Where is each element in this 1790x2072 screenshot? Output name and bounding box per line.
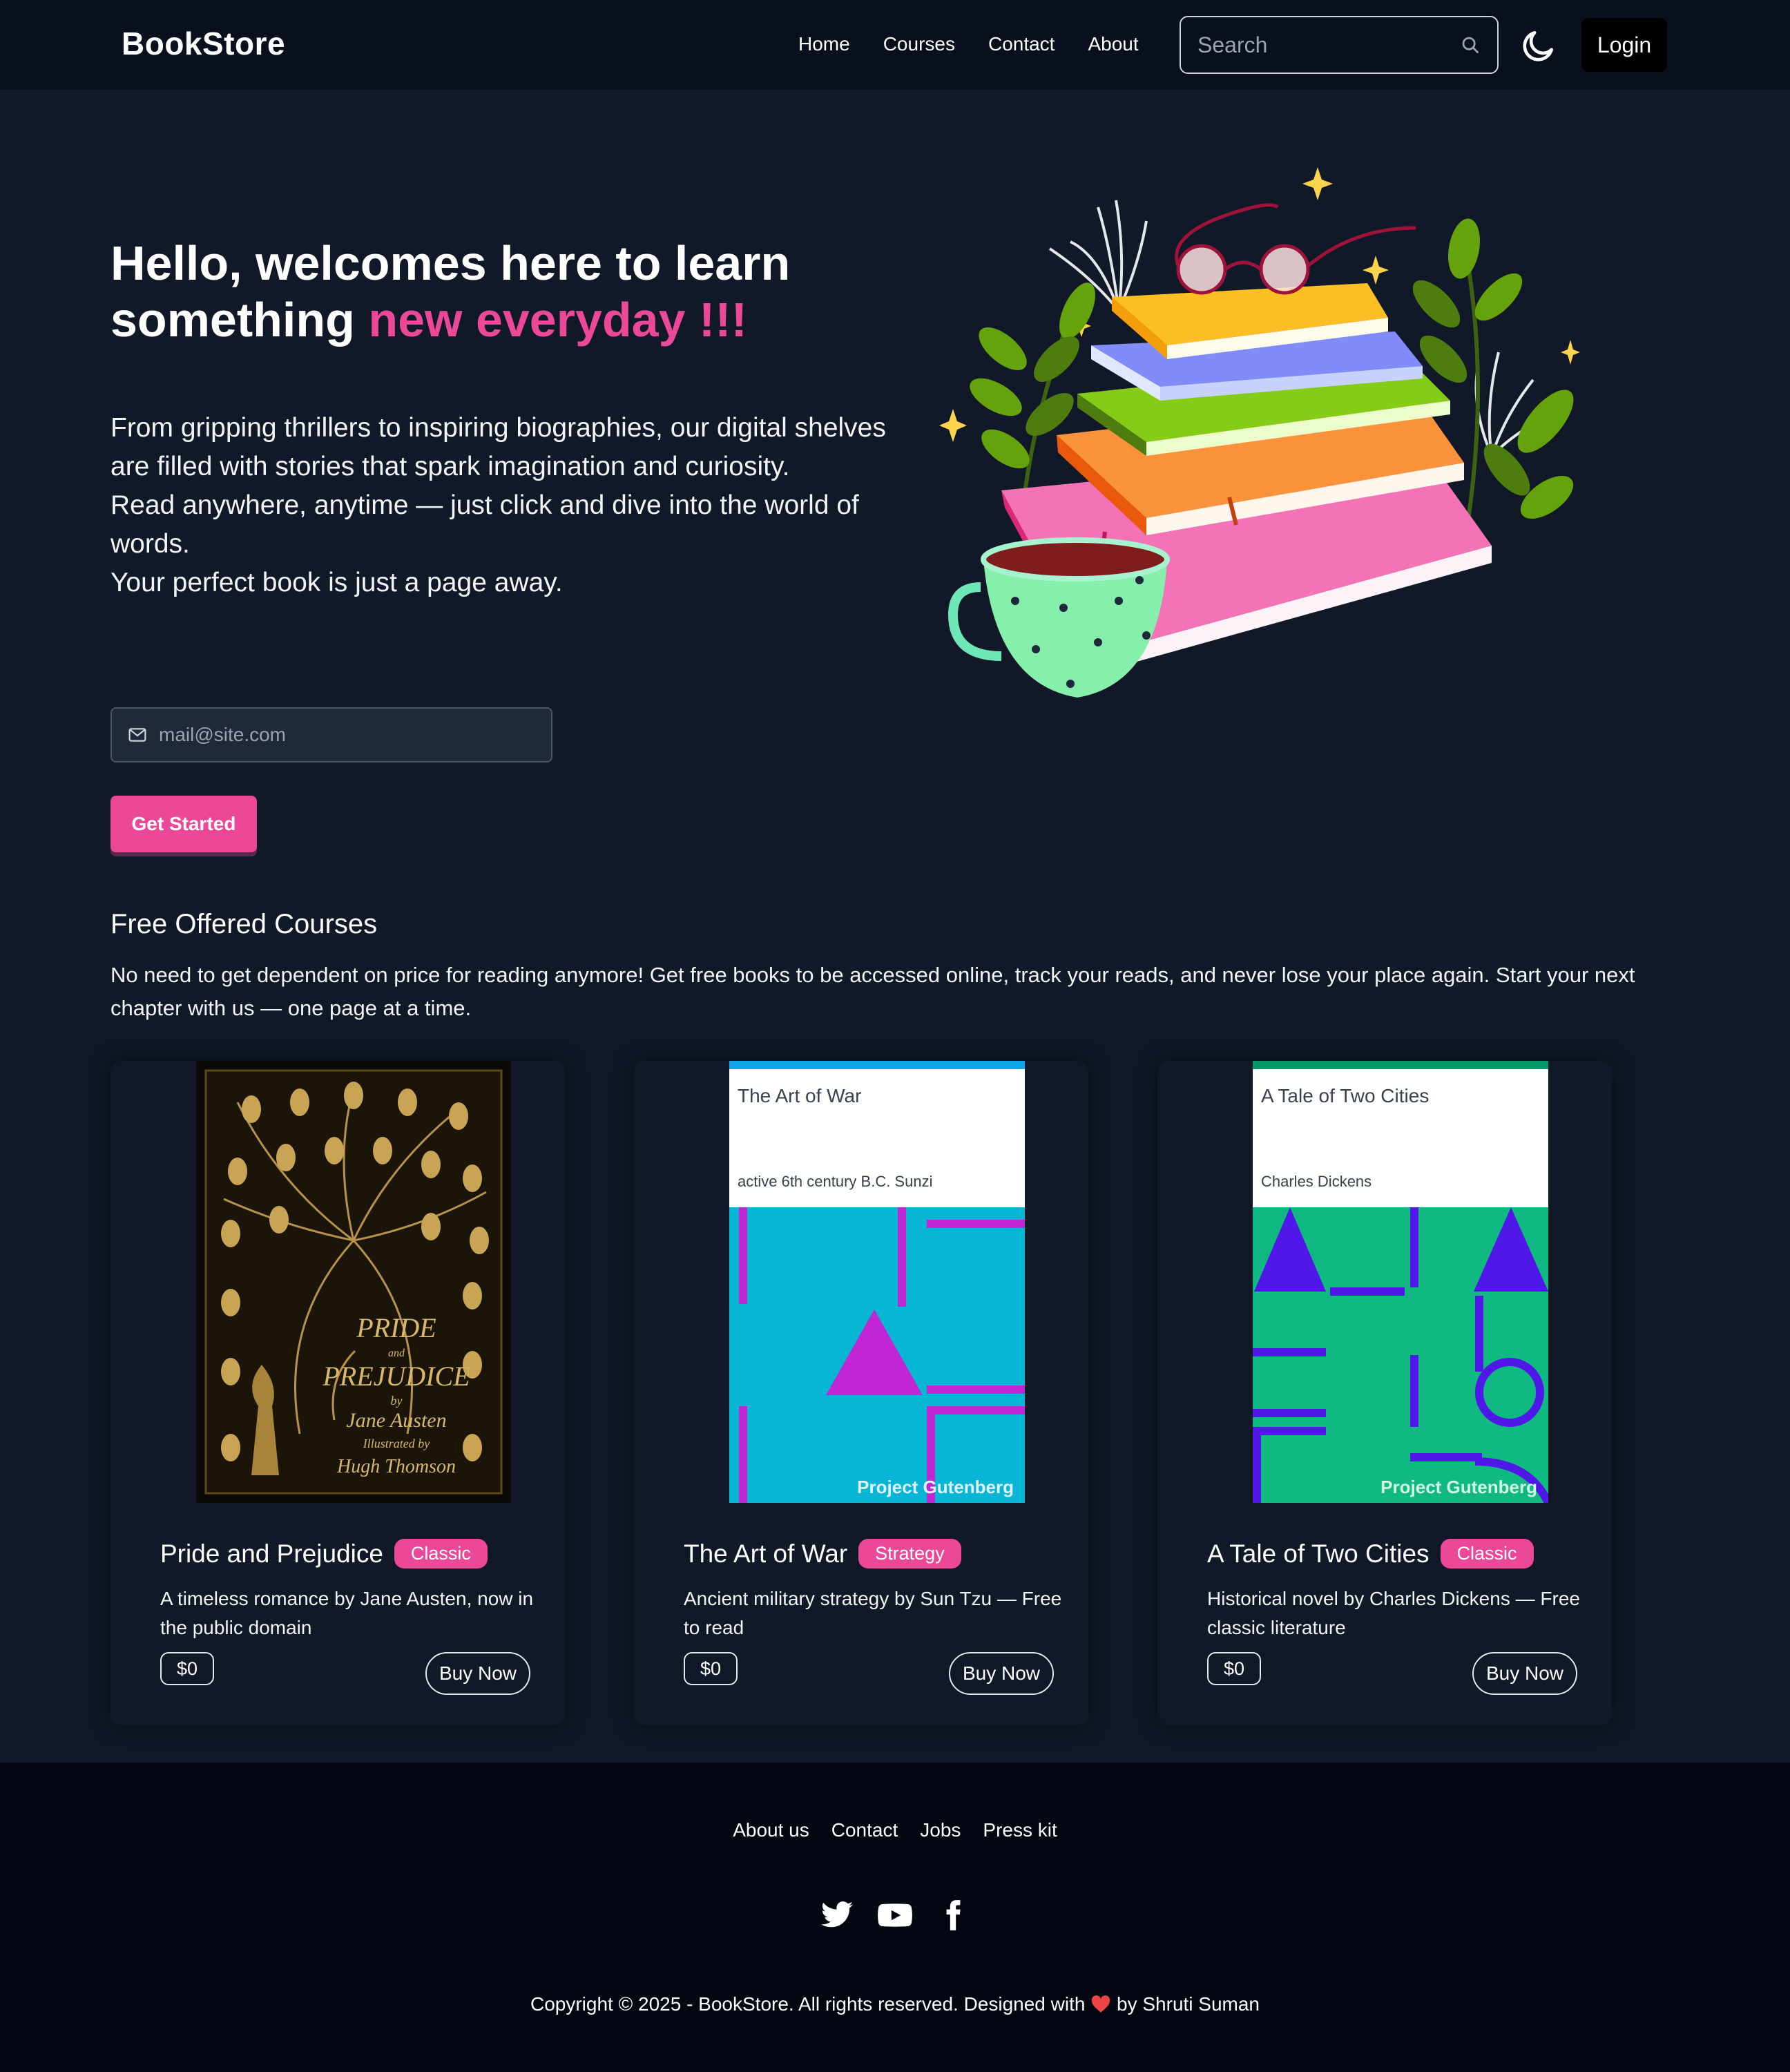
footer-links: About us Contact Jobs Press kit	[0, 1819, 1790, 1841]
buy-now-button[interactable]: Buy Now	[425, 1652, 530, 1695]
courses-description: No need to get dependent on price for re…	[110, 963, 1635, 1020]
twitter-icon[interactable]	[820, 1898, 854, 1932]
category-badge: Classic	[1440, 1539, 1534, 1569]
copyright-prefix: Copyright © 2025 - BookStore. All rights…	[530, 1993, 1091, 2015]
courses-title: Free Offered Courses	[110, 909, 378, 939]
nav-link-about[interactable]: About	[1088, 33, 1138, 55]
search-box	[1180, 16, 1499, 74]
cover-by: by	[391, 1394, 403, 1408]
hero-desc-line2: Read anywhere, anytime — just click and …	[110, 490, 859, 559]
nav-links: Home Courses Contact About	[798, 33, 1172, 55]
card-title: The Art of War	[684, 1539, 848, 1568]
card-description: Historical novel by Charles Dickens — Fr…	[1207, 1588, 1580, 1638]
search-input[interactable]	[1197, 32, 1460, 58]
cover-author: Charles Dickens	[1261, 1173, 1372, 1190]
email-field[interactable]	[159, 724, 532, 746]
cover-illustrator: Hugh Thomson	[336, 1456, 456, 1477]
cover-author: Jane Austen	[346, 1409, 446, 1432]
nav-link-contact[interactable]: Contact	[988, 33, 1055, 55]
moon-icon[interactable]	[1519, 26, 1558, 65]
price-badge: $0	[684, 1652, 738, 1685]
hero-desc-line1: From gripping thrillers to inspiring bio…	[110, 413, 886, 481]
nav-link-home[interactable]: Home	[798, 33, 850, 55]
navbar: BookStore Home Courses Contact About Log…	[0, 0, 1790, 90]
mail-icon	[128, 728, 146, 742]
search-icon[interactable]	[1460, 35, 1481, 55]
get-started-button[interactable]: Get Started	[110, 796, 257, 852]
card-title: A Tale of Two Cities	[1207, 1539, 1430, 1568]
cover-author: active 6th century B.C. Sunzi	[738, 1173, 932, 1190]
cover-title-line1: PRIDE	[356, 1312, 436, 1343]
youtube-icon[interactable]	[876, 1898, 914, 1932]
login-button[interactable]: Login	[1581, 18, 1667, 72]
brand-logo[interactable]: BookStore	[122, 25, 285, 62]
card-title-row: A Tale of Two Cities Classic	[1207, 1539, 1534, 1569]
mug-icon	[947, 537, 1170, 698]
buy-now-button[interactable]: Buy Now	[1472, 1652, 1577, 1695]
hero-title-plain: something	[110, 293, 369, 347]
email-field-wrapper	[110, 707, 552, 762]
footer-link-about-us[interactable]: About us	[733, 1819, 809, 1841]
course-card-art-of-war: The Art of War active 6th century B.C. S…	[634, 1061, 1088, 1725]
buy-now-button[interactable]: Buy Now	[948, 1652, 1054, 1695]
hero-title-line2: something new everyday !!!	[110, 291, 939, 348]
course-card-pride-and-prejudice: PRIDE and PREJUDICE by Jane Austen Illus…	[110, 1061, 565, 1725]
cover-illustrated-by: Illustrated by	[363, 1437, 430, 1450]
hero-title: Hello, welcomes here to learn something …	[110, 235, 939, 348]
cover-publisher: Project Gutenberg	[1380, 1477, 1537, 1497]
footer-link-contact[interactable]: Contact	[831, 1819, 898, 1841]
copyright-text: Copyright © 2025 - BookStore. All rights…	[0, 1993, 1790, 2015]
heart-icon	[1092, 1995, 1110, 2013]
copyright-suffix: by Shruti Suman	[1111, 1993, 1260, 2015]
nav-link-courses[interactable]: Courses	[883, 33, 955, 55]
hero-title-accent: new everyday !!!	[368, 293, 747, 347]
footer-link-jobs[interactable]: Jobs	[920, 1819, 961, 1841]
hero-description: From gripping thrillers to inspiring bio…	[110, 409, 905, 602]
books-illustration	[939, 167, 1580, 698]
cover-title: The Art of War	[738, 1085, 861, 1106]
book-cover-art-of-war: The Art of War active 6th century B.C. S…	[729, 1061, 1025, 1503]
cover-title-line2: PREJUDICE	[322, 1361, 470, 1392]
facebook-icon[interactable]	[936, 1898, 970, 1932]
book-cover-pride-and-prejudice: PRIDE and PREJUDICE by Jane Austen Illus…	[196, 1061, 511, 1503]
course-card-tale-of-two-cities: A Tale of Two Cities Charles Dickens Pro…	[1157, 1061, 1612, 1725]
price-badge: $0	[160, 1652, 215, 1685]
footer-link-press-kit[interactable]: Press kit	[983, 1819, 1057, 1841]
card-title-row: Pride and Prejudice Classic	[160, 1539, 488, 1569]
dandelion-left	[1048, 200, 1148, 312]
price-badge: $0	[1207, 1652, 1262, 1685]
glasses-icon	[1175, 203, 1416, 295]
book-cover-tale-of-two-cities: A Tale of Two Cities Charles Dickens Pro…	[1253, 1061, 1548, 1503]
category-badge: Classic	[394, 1539, 488, 1569]
category-badge: Strategy	[858, 1539, 961, 1569]
cover-title-and: and	[388, 1347, 405, 1359]
card-title: Pride and Prejudice	[160, 1539, 383, 1568]
card-description: A timeless romance by Jane Austen, now i…	[160, 1588, 534, 1638]
cover-publisher: Project Gutenberg	[857, 1477, 1014, 1497]
hero-desc-line3: Your perfect book is just a page away.	[110, 568, 563, 597]
hero-title-line1: Hello, welcomes here to learn	[110, 236, 791, 290]
social-icons	[0, 1898, 1790, 1932]
cover-title: A Tale of Two Cities	[1261, 1085, 1429, 1106]
card-description: Ancient military strategy by Sun Tzu — F…	[684, 1588, 1062, 1638]
card-title-row: The Art of War Strategy	[684, 1539, 961, 1569]
footer: About us Contact Jobs Press kit Copyrigh…	[0, 1763, 1790, 2072]
